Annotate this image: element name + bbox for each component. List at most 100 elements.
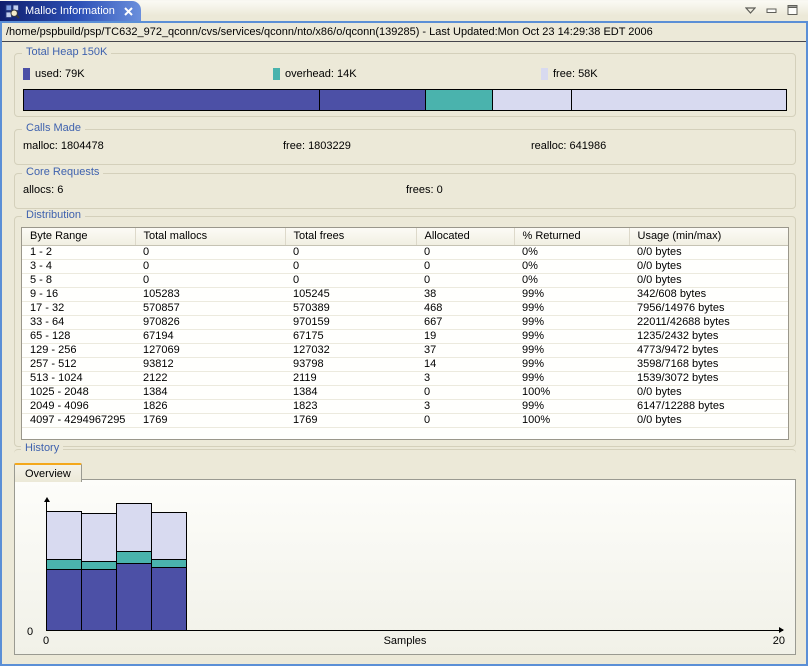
distribution-cell: 100% — [514, 385, 629, 399]
distribution-cell: 99% — [514, 343, 629, 357]
heap-bar-segment-overhead — [426, 90, 493, 110]
table-row[interactable]: 1 - 20000%0/0 bytes — [22, 245, 788, 259]
close-icon[interactable] — [124, 7, 133, 16]
distribution-cell: 33 - 64 — [22, 315, 135, 329]
distribution-group: Distribution Byte Range Total mallocs To… — [14, 216, 796, 447]
tab-malloc-information[interactable]: Malloc Information — [0, 1, 141, 22]
distribution-cell: 468 — [416, 301, 514, 315]
column-header-percent-returned[interactable]: % Returned — [514, 228, 629, 245]
distribution-cell: 100% — [514, 413, 629, 427]
overhead-swatch — [273, 68, 280, 80]
distribution-cell: 6147/12288 bytes — [629, 399, 788, 413]
view-tab-bar: Malloc Information — [0, 0, 808, 22]
distribution-cell: 0 — [416, 259, 514, 273]
distribution-cell: 14 — [416, 357, 514, 371]
distribution-cell: 1823 — [285, 399, 416, 413]
distribution-cell: 127032 — [285, 343, 416, 357]
distribution-cell: 513 - 1024 — [22, 371, 135, 385]
distribution-cell: 0% — [514, 259, 629, 273]
history-bar-segment-used — [117, 564, 151, 630]
distribution-cell: 3 — [416, 371, 514, 385]
distribution-cell: 1539/3072 bytes — [629, 371, 788, 385]
tab-overview[interactable]: Overview — [14, 463, 82, 482]
used-label: used: 79K — [35, 68, 85, 80]
distribution-cell: 0 — [416, 385, 514, 399]
table-row[interactable]: 17 - 3257085757038946899%7956/14976 byte… — [22, 301, 788, 315]
history-bar-sample-1 — [46, 511, 82, 631]
distribution-cell: 3 - 4 — [22, 259, 135, 273]
column-header-usage[interactable]: Usage (min/max) — [629, 228, 788, 245]
distribution-cell: 570389 — [285, 301, 416, 315]
distribution-cell: 342/608 bytes — [629, 287, 788, 301]
core-requests-group: Core Requests allocs: 6 frees: 0 — [14, 173, 796, 209]
x-axis-max-label: 20 — [773, 635, 785, 647]
distribution-cell: 17 - 32 — [22, 301, 135, 315]
history-bar-segment-free — [117, 504, 151, 551]
history-title: History — [21, 442, 63, 454]
table-row[interactable]: 129 - 2561270691270323799%4773/9472 byte… — [22, 343, 788, 357]
distribution-cell: 0 — [135, 273, 285, 287]
table-row[interactable]: 65 - 12867194671751999%1235/2432 bytes — [22, 329, 788, 343]
column-header-allocated[interactable]: Allocated — [416, 228, 514, 245]
distribution-cell: 0/0 bytes — [629, 245, 788, 259]
distribution-cell: 667 — [416, 315, 514, 329]
maximize-icon[interactable] — [787, 5, 798, 15]
table-row[interactable]: 5 - 80000%0/0 bytes — [22, 273, 788, 287]
distribution-cell: 2049 - 4096 — [22, 399, 135, 413]
realloc-count: realloc: 641986 — [531, 140, 606, 152]
malloc-information-view: /home/pspbuild/psp/TC632_972_qconn/cvs/s… — [0, 21, 808, 666]
history-bar-segment-used — [82, 570, 116, 630]
heap-bar-segment-used — [24, 90, 320, 110]
table-row[interactable]: 33 - 6497082697015966799%22011/42688 byt… — [22, 315, 788, 329]
history-bar-segment-free — [152, 513, 186, 559]
table-row[interactable]: 513 - 102421222119399%1539/3072 bytes — [22, 371, 788, 385]
distribution-cell: 0/0 bytes — [629, 413, 788, 427]
distribution-cell: 5 - 8 — [22, 273, 135, 287]
free-swatch — [541, 68, 548, 80]
distribution-cell: 105283 — [135, 287, 285, 301]
table-row[interactable]: 9 - 161052831052453899%342/608 bytes — [22, 287, 788, 301]
distribution-cell: 0/0 bytes — [629, 259, 788, 273]
history-bar-segment-overhead — [152, 559, 186, 568]
table-row[interactable]: 3 - 40000%0/0 bytes — [22, 259, 788, 273]
history-chart-panel: 0 0 Samples 20 — [14, 479, 796, 655]
distribution-table: Byte Range Total mallocs Total frees All… — [21, 227, 789, 440]
distribution-cell: 22011/42688 bytes — [629, 315, 788, 329]
legend-overhead: overhead: 14K — [273, 68, 357, 80]
free-count: free: 1803229 — [283, 140, 351, 152]
distribution-title: Distribution — [22, 209, 85, 221]
distribution-cell: 0 — [285, 273, 416, 287]
core-requests-title: Core Requests — [22, 166, 103, 178]
distribution-cell: 1235/2432 bytes — [629, 329, 788, 343]
distribution-cell: 99% — [514, 301, 629, 315]
column-header-total-frees[interactable]: Total frees — [285, 228, 416, 245]
distribution-cell: 93798 — [285, 357, 416, 371]
distribution-cell: 0/0 bytes — [629, 385, 788, 399]
distribution-cell: 7956/14976 bytes — [629, 301, 788, 315]
distribution-cell: 1769 — [285, 413, 416, 427]
heap-bar-segment-used — [320, 90, 426, 110]
distribution-cell: 0 — [285, 259, 416, 273]
history-bar-segment-overhead — [82, 561, 116, 570]
overview-tab-label: Overview — [25, 468, 71, 480]
column-header-total-mallocs[interactable]: Total mallocs — [135, 228, 285, 245]
table-row[interactable]: 257 - 51293812937981499%3598/7168 bytes — [22, 357, 788, 371]
table-row[interactable]: 2049 - 409618261823399%6147/12288 bytes — [22, 399, 788, 413]
history-bar-sample-3 — [116, 503, 152, 631]
target-path-bar: /home/pspbuild/psp/TC632_972_qconn/cvs/s… — [2, 23, 806, 42]
distribution-cell: 65 - 128 — [22, 329, 135, 343]
column-header-byte-range[interactable]: Byte Range — [22, 228, 135, 245]
total-heap-title: Total Heap 150K — [22, 46, 111, 58]
distribution-cell: 2122 — [135, 371, 285, 385]
distribution-cell: 1384 — [135, 385, 285, 399]
table-row[interactable]: 1025 - 2048138413840100%0/0 bytes — [22, 385, 788, 399]
legend-used: used: 79K — [23, 68, 85, 80]
distribution-cell: 99% — [514, 357, 629, 371]
distribution-cell: 99% — [514, 399, 629, 413]
minimize-icon[interactable] — [766, 6, 777, 15]
allocs-count: allocs: 6 — [23, 184, 63, 196]
table-row[interactable]: 4097 - 4294967295176917690100%0/0 bytes — [22, 413, 788, 427]
distribution-cell: 0% — [514, 273, 629, 287]
distribution-cell: 37 — [416, 343, 514, 357]
view-menu-icon[interactable] — [745, 7, 756, 14]
